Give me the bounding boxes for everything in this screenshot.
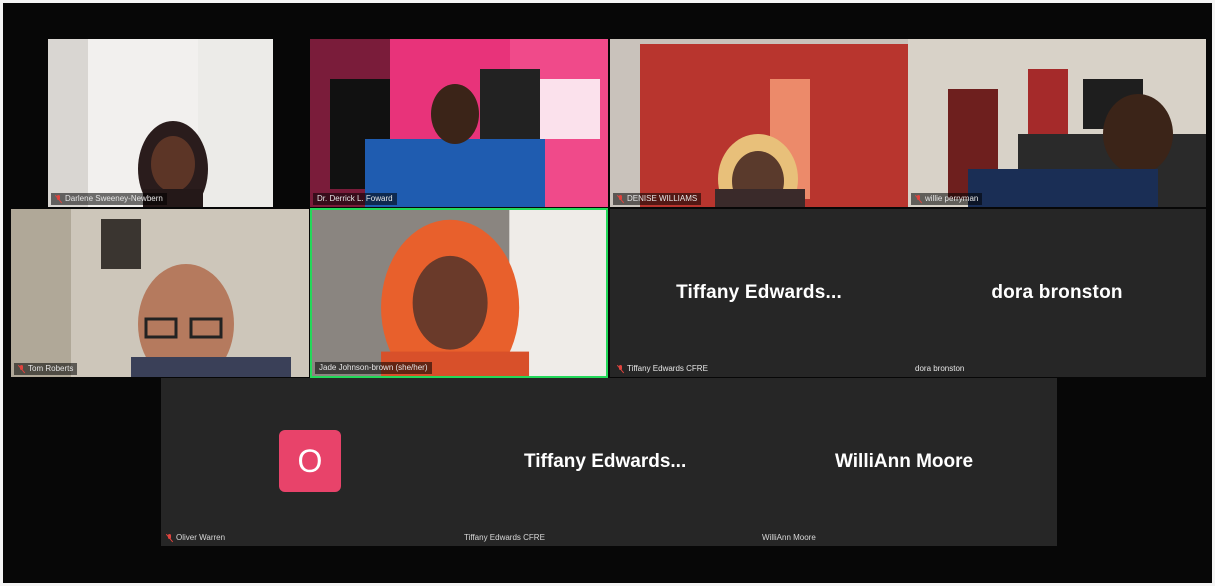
- participant-tile-jade[interactable]: Jade Johnson-brown (she/her): [310, 208, 608, 378]
- participant-name-tag: Dr. Derrick L. Foward: [313, 193, 397, 205]
- video-gallery: Darlene Sweeney-Newbern Dr. Derrick L. F…: [3, 3, 1212, 583]
- participant-name-tag: Oliver Warren: [166, 533, 225, 543]
- participant-name-tag: Darlene Sweeney-Newbern: [51, 193, 167, 205]
- participant-name-tag: Tom Roberts: [14, 363, 78, 375]
- participant-strip: O Oliver Warren Tiffany Edwards... Tiffa…: [161, 378, 1057, 546]
- participant-name-tag: WilliAnn Moore: [762, 533, 816, 542]
- mic-muted-icon: [617, 365, 624, 373]
- avatar[interactable]: O: [279, 430, 341, 492]
- participant-display-name[interactable]: WilliAnn Moore: [835, 451, 973, 473]
- participant-tile-denise[interactable]: DENISE WILLIAMS: [610, 39, 908, 207]
- participant-name-tag: DENISE WILLIAMS: [613, 193, 702, 205]
- mic-muted-icon: [617, 195, 624, 203]
- participant-name-tag: Jade Johnson-brown (she/her): [315, 362, 432, 374]
- mic-muted-icon: [166, 534, 173, 542]
- participant-tile-darlene[interactable]: Darlene Sweeney-Newbern: [48, 39, 273, 207]
- participant-tile-willie[interactable]: willie perryman: [908, 39, 1206, 207]
- participant-tile-tom[interactable]: Tom Roberts: [11, 209, 309, 377]
- participant-video-darlene: [48, 39, 273, 207]
- participant-video-jade: [312, 210, 606, 376]
- participant-name-tag: Tiffany Edwards CFRE: [464, 533, 545, 542]
- mic-muted-icon: [915, 195, 922, 203]
- participant-name-tag: willie perryman: [911, 193, 983, 205]
- participant-display-name: dora bronston: [991, 282, 1123, 303]
- mic-muted-icon: [55, 195, 62, 203]
- participant-tile-foward[interactable]: Dr. Derrick L. Foward: [310, 39, 608, 207]
- participant-display-name: Tiffany Edwards...: [676, 282, 842, 303]
- participant-tile-tiffany[interactable]: Tiffany Edwards... Tiffany Edwards CFRE: [610, 209, 908, 377]
- participant-video-tom: [11, 209, 309, 377]
- participant-display-name[interactable]: Tiffany Edwards...: [524, 451, 686, 473]
- participant-video-willie: [908, 39, 1206, 207]
- participant-video-foward: [310, 39, 608, 207]
- participant-name-tag: Tiffany Edwards CFRE: [613, 363, 712, 375]
- participant-video-denise: [610, 39, 908, 207]
- participant-name-tag: dora bronston: [915, 364, 965, 373]
- mic-muted-icon: [18, 365, 25, 373]
- participant-tile-dora[interactable]: dora bronston dora bronston: [908, 209, 1206, 377]
